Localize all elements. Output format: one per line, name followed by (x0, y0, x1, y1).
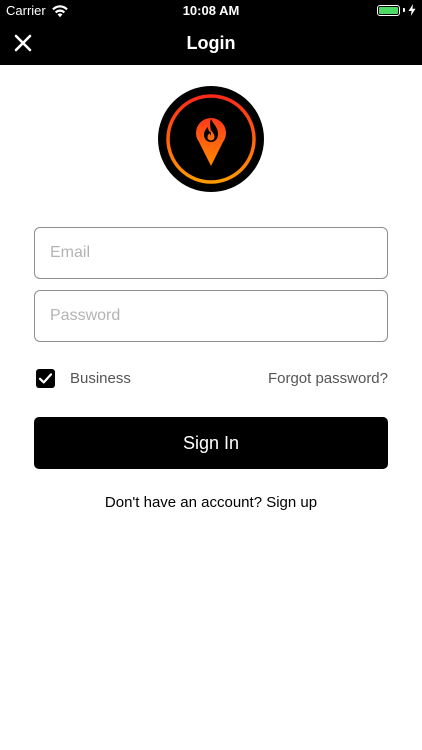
battery-fill (379, 6, 398, 14)
navigation-bar: Login (0, 22, 422, 65)
business-checkbox[interactable] (36, 369, 55, 388)
password-field[interactable] (34, 290, 388, 342)
status-time: 10:08 AM (182, 3, 240, 18)
forgot-password-link[interactable]: Forgot password? (268, 370, 388, 387)
no-account-text: Don't have an account? (104, 494, 263, 511)
battery-icon (377, 4, 400, 16)
flame-location-pin-icon (166, 94, 256, 184)
page-title: Login (186, 33, 236, 53)
app-logo (158, 86, 264, 192)
checkmark-icon (38, 373, 53, 384)
business-label: Business (70, 370, 131, 387)
email-field[interactable] (34, 227, 388, 279)
login-screen: Carrier 10:08 AM Login Email Business Fo… (0, 0, 422, 750)
status-bar: Carrier 10:08 AM (0, 0, 422, 22)
sign-up-link[interactable]: Sign up (266, 494, 317, 511)
battery-group (377, 4, 416, 16)
charging-bolt-icon (408, 4, 416, 16)
battery-nub (403, 8, 405, 12)
sign-in-button[interactable]: Sign In (34, 417, 388, 469)
signup-prompt: Don't have an account? Sign up (0, 494, 422, 511)
